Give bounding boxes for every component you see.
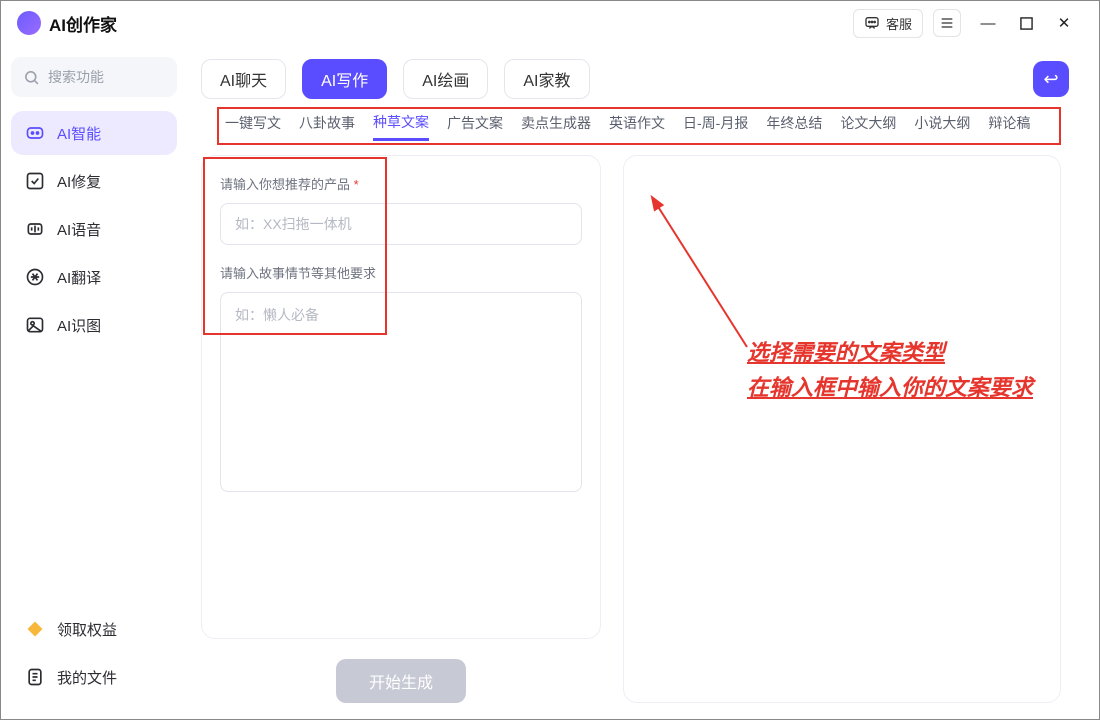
sub-tabs-highlight-box: 一键写文 八卦故事 种草文案 广告文案 卖点生成器 英语作文 日-周-月报 年终… — [217, 107, 1061, 145]
sidebar-item-benefit[interactable]: 领取权益 — [11, 607, 177, 651]
detail-label: 请输入故事情节等其他要求 — [220, 263, 582, 282]
subtab-selling[interactable]: 卖点生成器 — [521, 113, 591, 139]
app-title: AI创作家 — [49, 11, 117, 36]
app-logo-icon — [17, 11, 41, 35]
menu-button[interactable] — [933, 9, 961, 37]
tab-ai-write[interactable]: AI写作 — [302, 59, 387, 99]
file-icon — [25, 667, 45, 687]
sidebar-item-label: 领取权益 — [57, 619, 117, 640]
toptab-label: AI聊天 — [220, 67, 267, 91]
sidebar-item-label: AI修复 — [57, 171, 101, 192]
sidebar-item-label: AI翻译 — [57, 267, 101, 288]
close-button[interactable]: ✕ — [1045, 7, 1083, 39]
sidebar-item-label: AI语音 — [57, 219, 101, 240]
subtab-ad[interactable]: 广告文案 — [447, 113, 503, 139]
subtab-label: 广告文案 — [447, 115, 503, 131]
search-input[interactable]: 搜索功能 — [11, 57, 177, 97]
toptab-label: AI家教 — [523, 67, 570, 91]
maximize-icon — [1020, 17, 1033, 30]
subtab-novel[interactable]: 小说大纲 — [914, 113, 970, 139]
maximize-button[interactable] — [1007, 7, 1045, 39]
product-input[interactable] — [220, 203, 582, 245]
subtab-label: 英语作文 — [609, 115, 665, 131]
subtab-onekey[interactable]: 一键写文 — [225, 113, 281, 139]
search-placeholder: 搜索功能 — [48, 67, 104, 87]
sidebar-item-ai-smart[interactable]: AI智能 — [11, 111, 177, 155]
detail-textarea[interactable] — [220, 292, 582, 492]
product-label: 请输入你想推荐的产品 * — [220, 174, 582, 193]
subtab-label: 日-周-月报 — [683, 115, 748, 131]
subtab-summary[interactable]: 年终总结 — [766, 113, 822, 139]
hamburger-icon — [939, 15, 955, 31]
sidebar-item-ai-repair[interactable]: AI修复 — [11, 159, 177, 203]
main: AI聊天 AI写作 AI绘画 AI家教 ↩ 一键写文 八卦故事 种草文案 广告文… — [187, 45, 1099, 719]
customer-service-label: 客服 — [886, 14, 912, 33]
sidebar-item-ai-image[interactable]: AI识图 — [11, 303, 177, 347]
toptab-label: AI写作 — [321, 67, 368, 91]
sidebar-item-label: AI识图 — [57, 315, 101, 336]
chat-icon — [864, 15, 880, 31]
toptab-label: AI绘画 — [422, 67, 469, 91]
sidebar-item-label: 我的文件 — [57, 667, 117, 688]
form-card: 请输入你想推荐的产品 * 请输入故事情节等其他要求 — [201, 155, 601, 639]
subtab-label: 一键写文 — [225, 115, 281, 131]
subtab-gossip[interactable]: 八卦故事 — [299, 113, 355, 139]
search-icon — [23, 69, 40, 86]
minimize-icon: — — [981, 15, 996, 32]
titlebar: AI创作家 客服 — ✕ — [1, 1, 1099, 45]
sidebar: 搜索功能 AI智能 AI修复 AI语音 AI翻译 AI识图 领取权益 — [1, 45, 187, 719]
generate-button[interactable]: 开始生成 — [336, 659, 466, 703]
benefit-icon — [25, 619, 45, 639]
output-card — [623, 155, 1061, 703]
tab-ai-tutor[interactable]: AI家教 — [504, 59, 589, 99]
close-icon: ✕ — [1058, 14, 1071, 32]
image-icon — [25, 315, 45, 335]
subtab-debate[interactable]: 辩论稿 — [988, 113, 1030, 139]
tab-ai-paint[interactable]: AI绘画 — [403, 59, 488, 99]
subtab-report[interactable]: 日-周-月报 — [683, 113, 748, 139]
back-button[interactable]: ↩ — [1033, 61, 1069, 97]
sidebar-item-ai-translate[interactable]: AI翻译 — [11, 255, 177, 299]
voice-icon — [25, 219, 45, 239]
sidebar-item-ai-voice[interactable]: AI语音 — [11, 207, 177, 251]
ai-icon — [25, 123, 45, 143]
subtab-label: 种草文案 — [373, 114, 429, 130]
subtab-label: 小说大纲 — [914, 115, 970, 131]
tab-ai-chat[interactable]: AI聊天 — [201, 59, 286, 99]
subtab-english[interactable]: 英语作文 — [609, 113, 665, 139]
subtab-thesis[interactable]: 论文大纲 — [840, 113, 896, 139]
repair-icon — [25, 171, 45, 191]
sidebar-item-myfiles[interactable]: 我的文件 — [11, 655, 177, 699]
subtab-label: 年终总结 — [766, 115, 822, 131]
top-tabs: AI聊天 AI写作 AI绘画 AI家教 ↩ — [187, 45, 1083, 107]
minimize-button[interactable]: — — [969, 7, 1007, 39]
subtab-label: 卖点生成器 — [521, 115, 591, 131]
subtab-label: 论文大纲 — [840, 115, 896, 131]
undo-icon: ↩ — [1043, 69, 1058, 90]
subtab-seed[interactable]: 种草文案 — [373, 112, 429, 141]
sidebar-item-label: AI智能 — [57, 123, 101, 144]
subtab-label: 八卦故事 — [299, 115, 355, 131]
translate-icon — [25, 267, 45, 287]
subtab-label: 辩论稿 — [988, 115, 1030, 131]
customer-service-button[interactable]: 客服 — [853, 9, 923, 38]
